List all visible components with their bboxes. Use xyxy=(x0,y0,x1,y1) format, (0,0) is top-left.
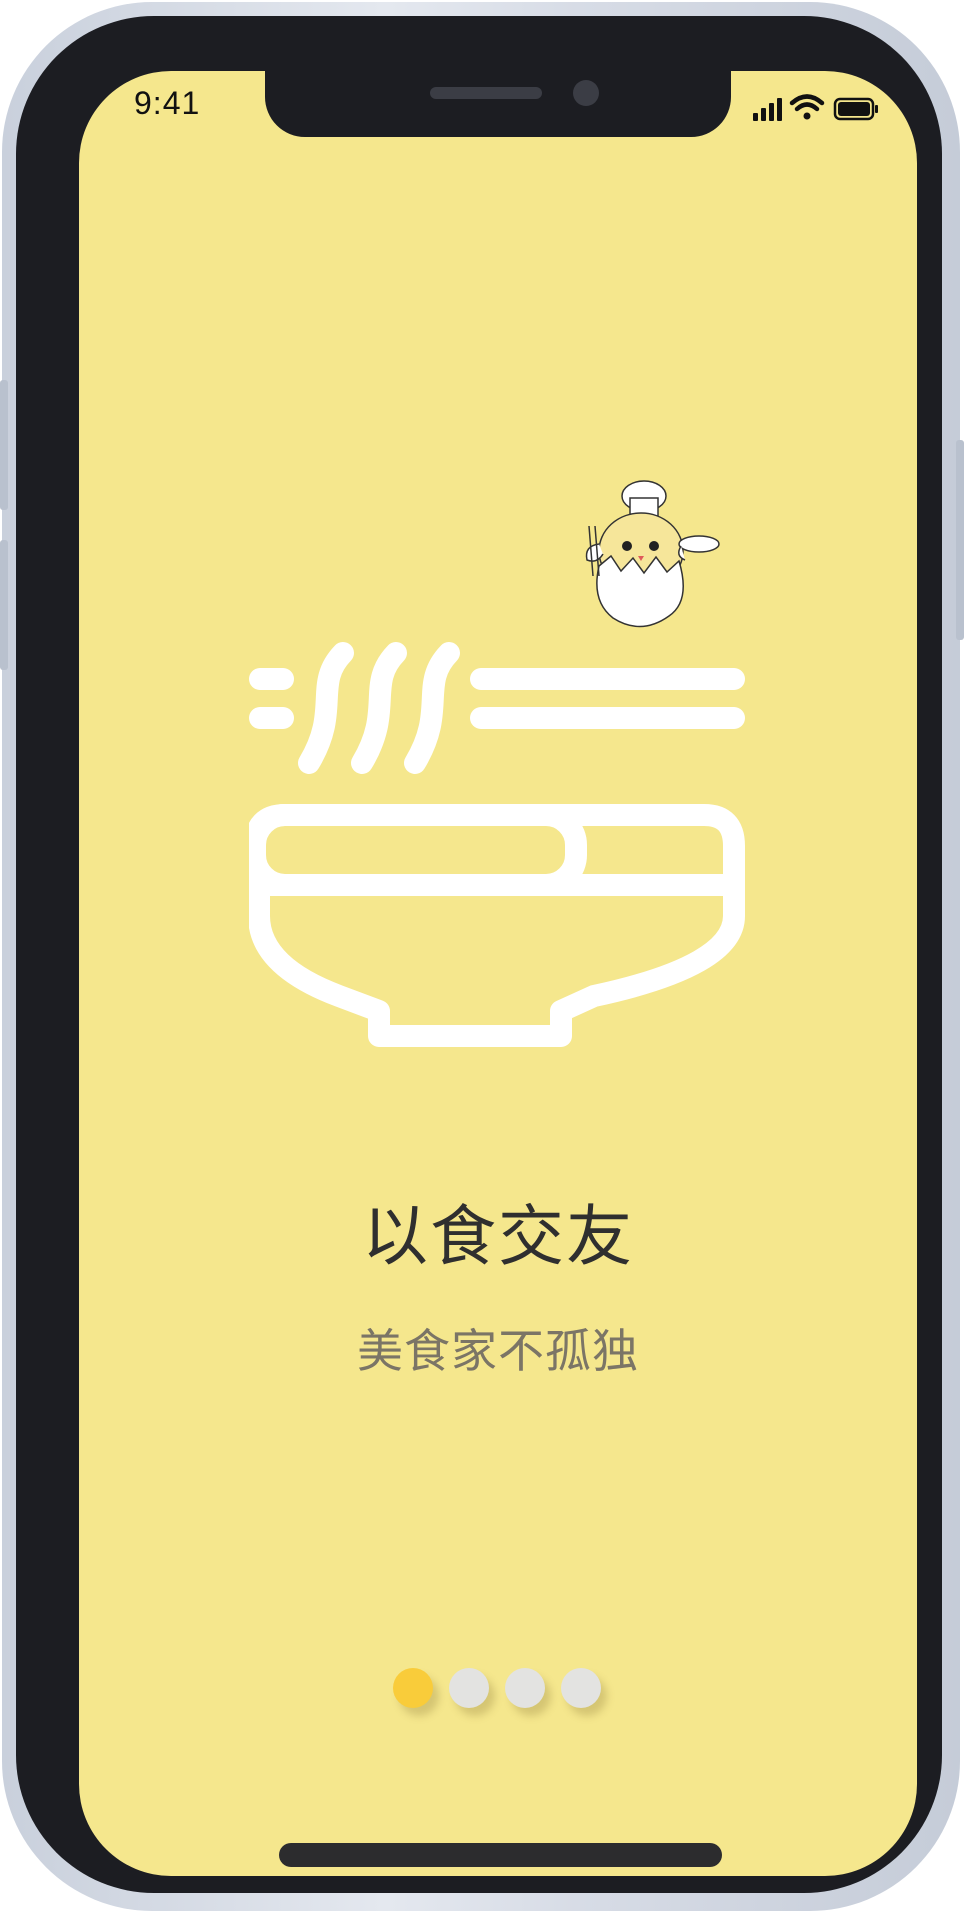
phone-bezel: 9:41 以食交友 美食家不孤独 xyxy=(16,16,942,1893)
page-dot-2[interactable] xyxy=(449,1668,489,1708)
device-canvas: 9:41 以食交友 美食家不孤独 xyxy=(0,0,964,1915)
front-camera xyxy=(573,80,599,106)
onboarding-title: 以食交友 xyxy=(362,1198,634,1275)
power-button xyxy=(956,440,964,640)
status-time: 9:41 xyxy=(134,85,201,121)
page-dot-3[interactable] xyxy=(505,1668,545,1708)
wifi-icon xyxy=(789,94,825,120)
page-dot-1[interactable] xyxy=(393,1668,433,1708)
page-dot-4[interactable] xyxy=(561,1668,601,1708)
noodle-bowl-illustration xyxy=(244,426,779,1076)
volume-down-button xyxy=(0,540,8,670)
home-indicator[interactable] xyxy=(279,1843,722,1867)
onboarding-subtitle: 美食家不孤独 xyxy=(357,1324,639,1378)
battery-icon xyxy=(833,97,878,121)
speaker-grille xyxy=(430,87,542,99)
notch xyxy=(265,71,731,137)
volume-up-button xyxy=(0,380,8,510)
chick-chef-mascot xyxy=(585,480,720,628)
onboarding-screen: 9:41 以食交友 美食家不孤独 xyxy=(79,71,917,1876)
signal-icon xyxy=(753,98,782,121)
page-indicator[interactable] xyxy=(393,1668,601,1716)
status-icons xyxy=(739,89,889,129)
noodle-bowl-icon xyxy=(244,642,745,1047)
